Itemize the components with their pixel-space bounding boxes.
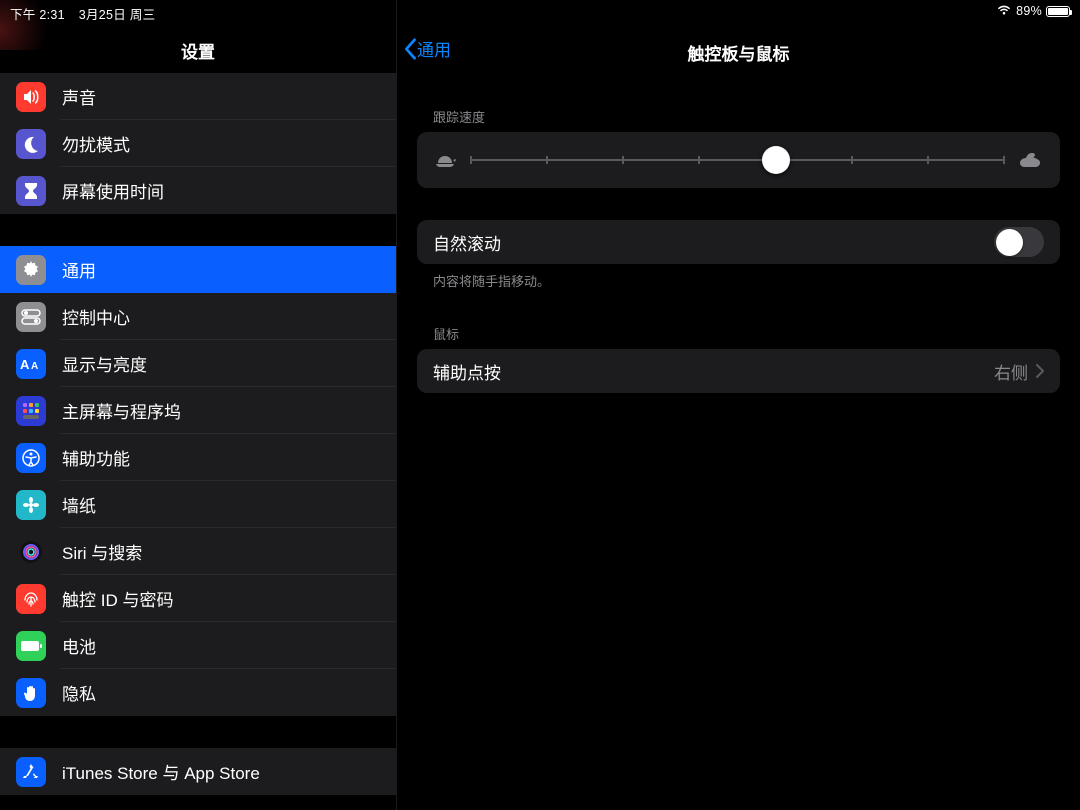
sidebar-item-siri[interactable]: Siri 与搜索 [0, 528, 396, 575]
sidebar-item-screen-time[interactable]: 屏幕使用时间 [0, 167, 396, 214]
sidebar-item-general[interactable]: 通用 [0, 246, 396, 293]
secondary-click-row[interactable]: 辅助点按 右侧 [433, 349, 1044, 393]
turtle-icon [433, 151, 457, 169]
sidebar-item-label: 显示与亮度 [62, 351, 147, 376]
secondary-click-value: 右侧 [994, 359, 1028, 384]
siri-icon [16, 537, 46, 567]
sidebar-item-wallpaper[interactable]: 墙纸 [0, 481, 396, 528]
detail-pane: 通用 触控板与鼠标 跟踪速度 [397, 0, 1080, 810]
sidebar-item-sound[interactable]: 声音 [0, 73, 396, 120]
tracking-speed-card [417, 132, 1060, 188]
natural-scroll-footer: 内容将随手指移动。 [417, 264, 1060, 290]
sidebar-item-privacy[interactable]: 隐私 [0, 669, 396, 716]
sidebar-item-label: 隐私 [62, 680, 96, 705]
battery-icon [16, 631, 46, 661]
natural-scroll-toggle[interactable] [994, 227, 1044, 257]
status-date: 3月25日 周三 [79, 8, 156, 22]
appstore-icon [16, 757, 46, 787]
moon-icon [16, 129, 46, 159]
status-right: 89% [996, 4, 1070, 18]
sidebar-item-label: 控制中心 [62, 304, 130, 329]
status-time: 下午 2:31 [10, 8, 65, 22]
natural-scroll-card: 自然滚动 [417, 220, 1060, 264]
aa-icon: AA [16, 349, 46, 379]
slider-thumb[interactable] [762, 146, 790, 174]
status-bar: 下午 2:31 3月25日 周三 89% [0, 0, 1080, 24]
speaker-icon [16, 82, 46, 112]
sidebar-item-display[interactable]: AA 显示与亮度 [0, 340, 396, 387]
hourglass-icon [16, 176, 46, 206]
gear-icon [16, 255, 46, 285]
settings-sidebar: 设置 声音勿扰模式屏幕使用时间通用控制中心 AA 显示与亮度主屏幕与程序坞辅助功能墙… [0, 0, 397, 810]
sidebar-item-label: 通用 [62, 257, 96, 282]
sidebar-item-label: 触控 ID 与密码 [62, 586, 173, 611]
sidebar-item-label: 电池 [62, 633, 96, 658]
sidebar-item-accessibility[interactable]: 辅助功能 [0, 434, 396, 481]
mouse-section-label: 鼠标 [417, 324, 1060, 343]
svg-text:A: A [20, 357, 30, 372]
sidebar-item-label: 主屏幕与程序坞 [62, 398, 181, 423]
hand-icon [16, 678, 46, 708]
flower-icon [16, 490, 46, 520]
mouse-card: 辅助点按 右侧 [417, 349, 1060, 393]
wifi-icon [996, 4, 1012, 18]
sidebar-item-appstore[interactable]: iTunes Store 与 App Store [0, 748, 396, 795]
sidebar-item-control[interactable]: 控制中心 [0, 293, 396, 340]
grid-icon [16, 396, 46, 426]
secondary-click-label: 辅助点按 [433, 359, 501, 384]
rabbit-icon [1018, 151, 1044, 169]
sidebar-item-touchid[interactable]: 触控 ID 与密码 [0, 575, 396, 622]
battery-percent: 89% [1016, 4, 1042, 18]
natural-scroll-row[interactable]: 自然滚动 [433, 220, 1044, 264]
sidebar-item-label: Siri 与搜索 [62, 539, 142, 564]
tracking-speed-label: 跟踪速度 [417, 107, 1060, 126]
tracking-speed-slider[interactable] [433, 132, 1044, 188]
sidebar-item-label: 声音 [62, 84, 96, 109]
sidebar-item-home[interactable]: 主屏幕与程序坞 [0, 387, 396, 434]
sidebar-item-label: 墙纸 [62, 492, 96, 517]
sidebar-title: 设置 [181, 43, 215, 62]
sidebar-item-battery[interactable]: 电池 [0, 622, 396, 669]
status-left: 下午 2:31 3月25日 周三 [10, 4, 165, 23]
sidebar-item-label: 辅助功能 [62, 445, 130, 470]
chevron-right-icon [1036, 364, 1044, 378]
detail-title: 触控板与鼠标 [397, 40, 1080, 65]
sidebar-item-label: iTunes Store 与 App Store [62, 759, 260, 784]
switches-icon [16, 302, 46, 332]
sidebar-item-dnd[interactable]: 勿扰模式 [0, 120, 396, 167]
battery-icon [1046, 6, 1070, 17]
fingerprint-icon [16, 584, 46, 614]
sidebar-item-label: 勿扰模式 [62, 131, 130, 156]
natural-scroll-label: 自然滚动 [433, 230, 501, 255]
svg-text:A: A [31, 361, 38, 372]
access-icon [16, 443, 46, 473]
sidebar-item-label: 屏幕使用时间 [62, 178, 164, 203]
